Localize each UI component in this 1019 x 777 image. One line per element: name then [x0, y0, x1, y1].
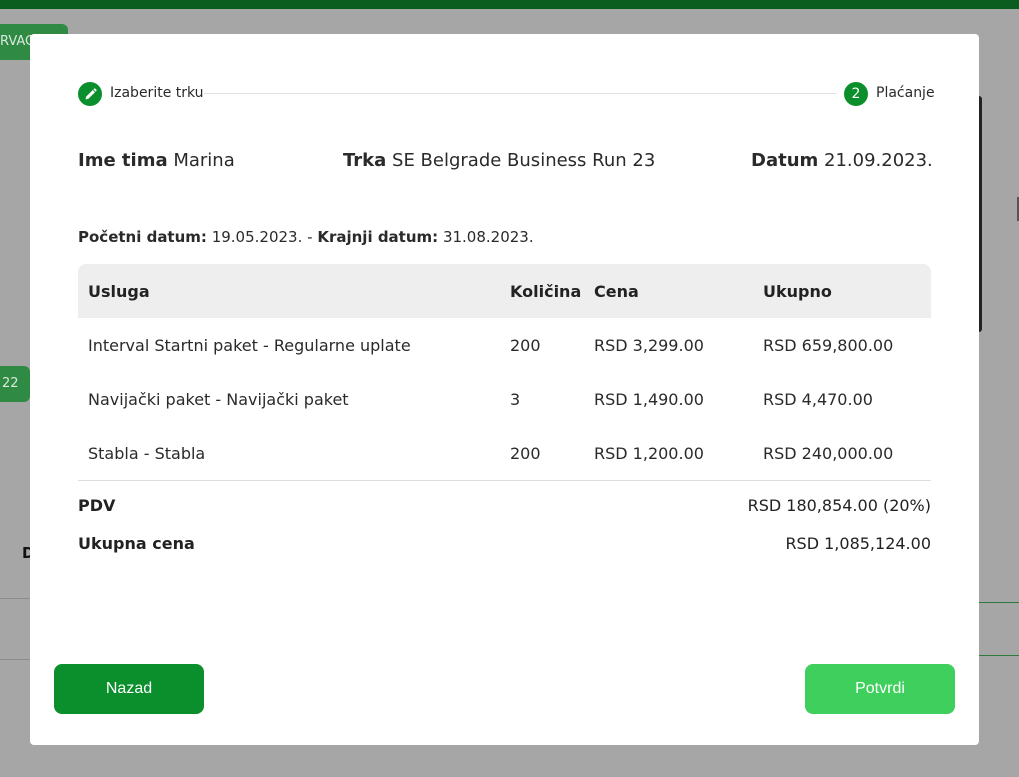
confirm-button[interactable]: Potvrdi — [805, 664, 955, 714]
pdv-label: PDV — [78, 496, 116, 515]
step2-number: 2 — [844, 82, 868, 106]
table-row: Stabla - Stabla 200 RSD 1,200.00 RSD 240… — [78, 426, 931, 480]
date-value: 21.09.2023. — [824, 150, 933, 171]
stepper-connector — [204, 93, 836, 94]
step1-edit-icon[interactable] — [78, 82, 102, 106]
race-info: Trka SE Belgrade Business Run 23 — [343, 150, 655, 171]
background-divider — [979, 602, 1019, 603]
cell-service: Stabla - Stabla — [88, 444, 206, 463]
date-separator: - — [307, 228, 313, 246]
cell-total: RSD 4,470.00 — [763, 390, 873, 409]
pdv-value: RSD 180,854.00 (20%) — [747, 496, 931, 515]
cell-quantity: 3 — [510, 390, 521, 409]
cell-price: RSD 1,490.00 — [594, 390, 704, 409]
background-panel-edge — [979, 96, 982, 332]
cell-service: Navijački paket - Navijački paket — [88, 390, 349, 409]
background-top-bar — [0, 0, 1019, 9]
date-info: Datum 21.09.2023. — [751, 150, 933, 171]
race-label: Trka — [343, 150, 387, 171]
background-badge-button: 22 — [0, 366, 30, 402]
table-row: Navijački paket - Navijački paket 3 RSD … — [78, 372, 931, 426]
team-label: Ime tima — [78, 150, 168, 171]
cell-price: RSD 1,200.00 — [594, 444, 704, 463]
column-header-service: Usluga — [88, 282, 150, 301]
end-date-label: Krajnji datum: — [317, 228, 439, 246]
race-value: SE Belgrade Business Run 23 — [392, 150, 656, 171]
payment-modal: Izaberite trku 2 Plaćanje Ime tima Marin… — [30, 34, 979, 745]
back-button[interactable]: Nazad — [54, 664, 204, 714]
total-label: Ukupna cena — [78, 534, 195, 553]
services-table: Usluga Količina Cena Ukupno Interval Sta… — [78, 264, 931, 481]
background-divider — [0, 659, 30, 660]
background-divider — [979, 655, 1019, 656]
pdv-row: PDV RSD 180,854.00 (20%) — [78, 496, 931, 520]
cell-service: Interval Startni paket - Regularne uplat… — [88, 336, 411, 355]
pencil-icon — [85, 87, 97, 99]
table-header: Usluga Količina Cena Ukupno — [78, 264, 931, 318]
background-divider — [0, 598, 30, 599]
date-label: Datum — [751, 150, 819, 171]
total-row: Ukupna cena RSD 1,085,124.00 — [78, 534, 931, 558]
column-header-price: Cena — [594, 282, 639, 301]
cell-price: RSD 3,299.00 — [594, 336, 704, 355]
start-date-label: Početni datum: — [78, 228, 207, 246]
total-value: RSD 1,085,124.00 — [785, 534, 931, 553]
cell-total: RSD 659,800.00 — [763, 336, 894, 355]
table-divider — [78, 480, 931, 481]
team-info: Ime tima Marina — [78, 150, 235, 171]
start-date-value: 19.05.2023. — [211, 228, 303, 246]
cell-quantity: 200 — [510, 444, 541, 463]
stepper: Izaberite trku 2 Plaćanje — [78, 82, 935, 106]
cell-total: RSD 240,000.00 — [763, 444, 894, 463]
end-date-value: 31.08.2023. — [442, 228, 534, 246]
step1-label[interactable]: Izaberite trku — [110, 85, 204, 101]
column-header-quantity: Količina — [510, 282, 582, 301]
step2-label: Plaćanje — [876, 85, 935, 101]
date-range: Početni datum: 19.05.2023. - Krajnji dat… — [78, 228, 534, 246]
background-arrow — [1013, 197, 1019, 221]
column-header-total: Ukupno — [763, 282, 832, 301]
team-value: Marina — [173, 150, 235, 171]
table-row: Interval Startni paket - Regularne uplat… — [78, 318, 931, 372]
cell-quantity: 200 — [510, 336, 541, 355]
